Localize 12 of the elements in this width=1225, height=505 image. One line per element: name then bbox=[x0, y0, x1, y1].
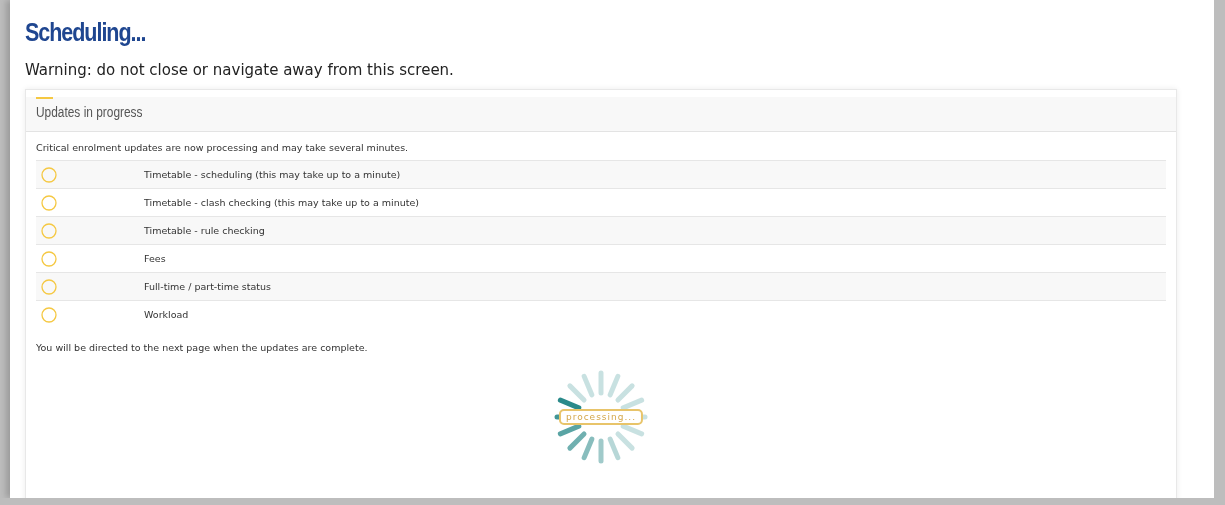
footer-text: You will be directed to the next page when the updates are complete. bbox=[36, 342, 369, 353]
panel-title: Updates in progress bbox=[36, 104, 144, 120]
page-title: Scheduling... bbox=[25, 18, 147, 47]
warning-text: Warning: do not close or navigate away from this screen. bbox=[25, 61, 455, 79]
task-label: Full-time / part-time status bbox=[144, 281, 271, 292]
task-label: Fees bbox=[144, 253, 166, 264]
task-label: Workload bbox=[144, 309, 189, 320]
intro-text: Critical enrolment updates are now processing and may take several minutes. bbox=[36, 142, 410, 153]
processing-label: processing... bbox=[558, 409, 644, 425]
task-label: Timetable - scheduling (this may take up to a minute) bbox=[144, 169, 401, 180]
task-label: Timetable - rule checking bbox=[144, 225, 265, 236]
task-label: Timetable - clash checking (this may take up to a minute) bbox=[144, 197, 419, 208]
